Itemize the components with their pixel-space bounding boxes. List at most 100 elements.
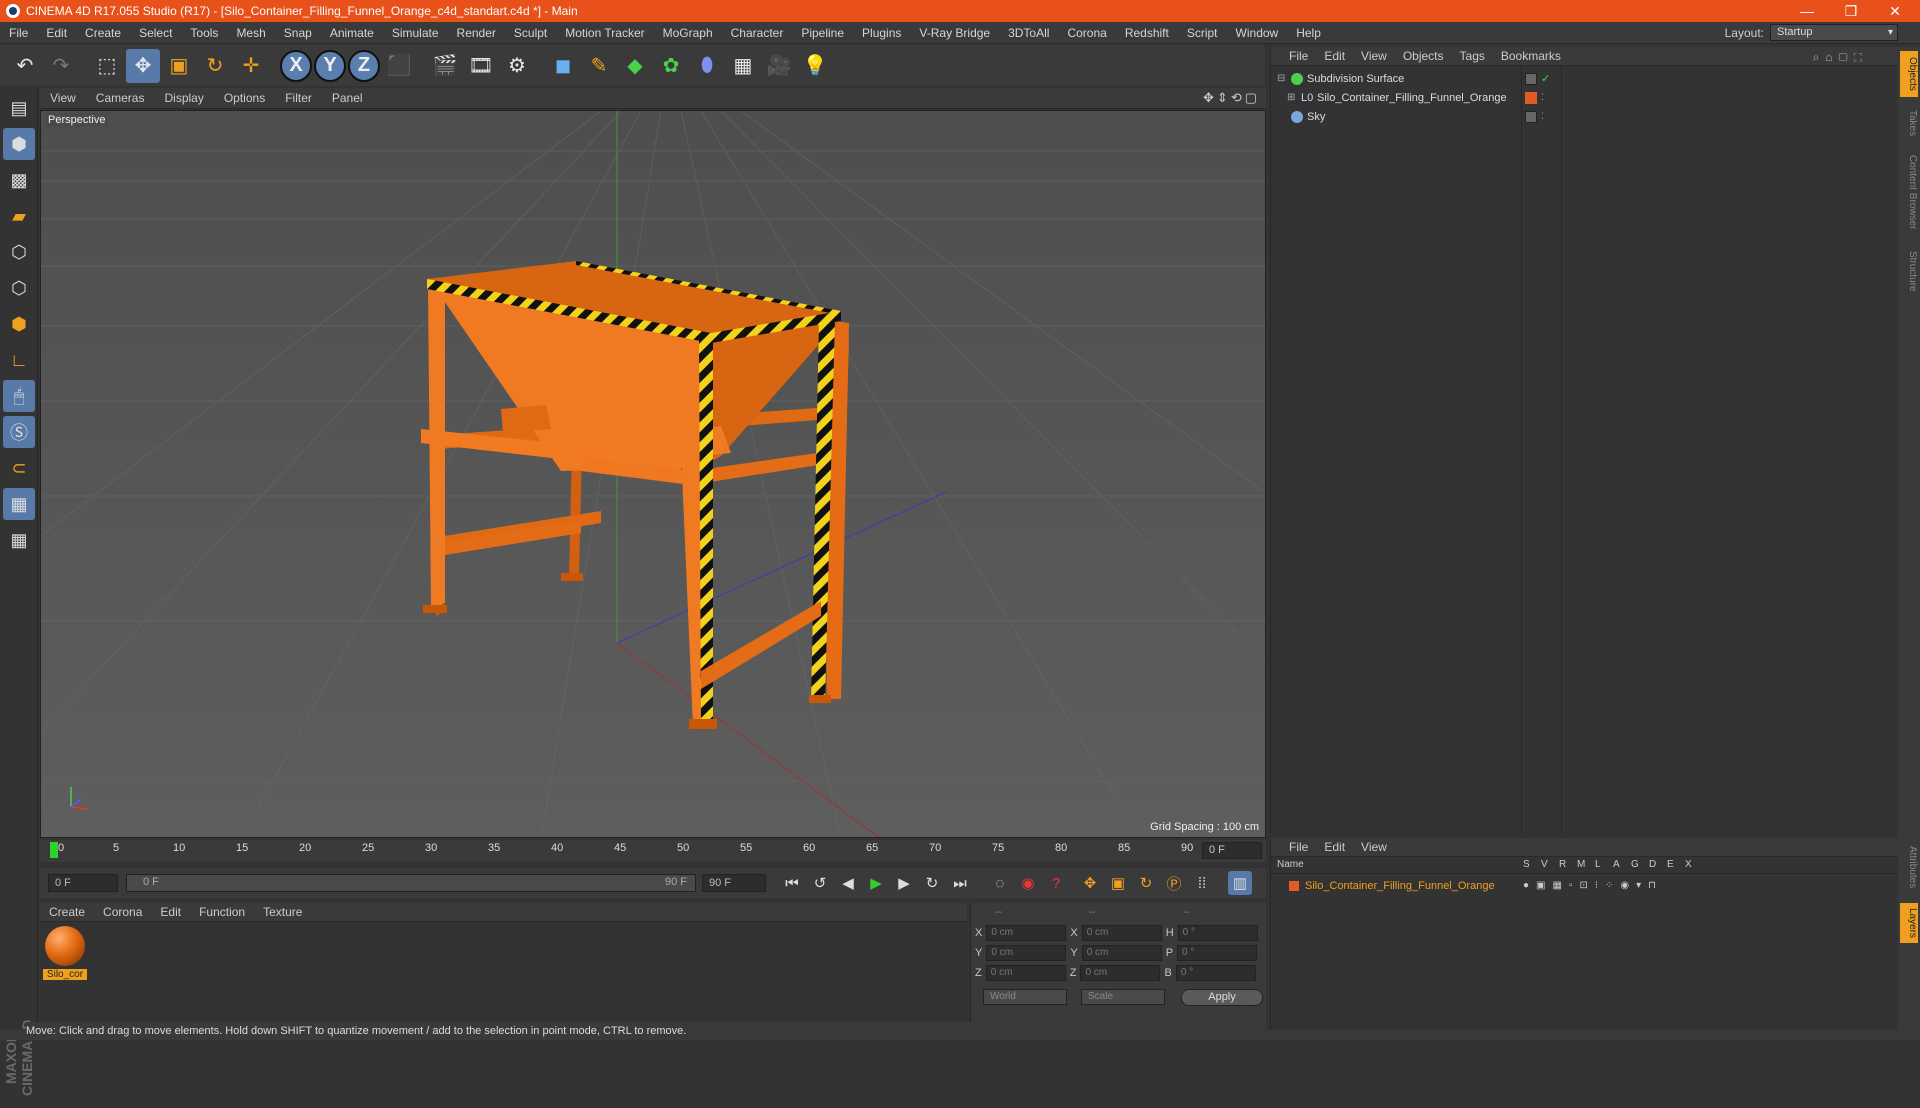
x-axis-lock-icon[interactable]: X: [280, 49, 312, 82]
edges-mode-icon[interactable]: ⬡: [3, 272, 35, 304]
rotation-b-field[interactable]: 0 °: [1175, 965, 1256, 981]
light-icon[interactable]: 💡: [798, 49, 832, 83]
layer-col-deformers[interactable]: D: [1649, 859, 1656, 870]
next-key-icon[interactable]: ↻: [920, 871, 944, 895]
objmgr-menu-tags[interactable]: Tags: [1452, 49, 1493, 63]
current-frame-field[interactable]: 0 F: [1202, 842, 1262, 859]
menu-3dtoall[interactable]: 3DToAll: [999, 22, 1058, 44]
size-mode-dropdown[interactable]: Scale: [1081, 989, 1165, 1005]
timeline-ruler[interactable]: 0 5 10 15 20 25 30 35 40 45 50 55 60 65 …: [40, 840, 1266, 862]
z-axis-lock-icon[interactable]: Z: [348, 49, 380, 82]
play-icon[interactable]: ▶: [864, 871, 888, 895]
layout-dropdown[interactable]: Startup: [1770, 24, 1898, 41]
subdivision-generator-icon[interactable]: ◆: [618, 49, 652, 83]
menu-window[interactable]: Window: [1227, 22, 1288, 44]
menu-file[interactable]: File: [0, 22, 37, 44]
deformer-icon[interactable]: ⬮: [690, 49, 724, 83]
menu-redshift[interactable]: Redshift: [1116, 22, 1178, 44]
autokey-icon[interactable]: ?: [1044, 871, 1068, 895]
mograph-cloner-icon[interactable]: ✿: [654, 49, 688, 83]
menu-plugins[interactable]: Plugins: [853, 22, 910, 44]
material-swatch[interactable]: Silo_cor: [43, 926, 87, 980]
menu-select[interactable]: Select: [130, 22, 181, 44]
cube-primitive-icon[interactable]: ◼: [546, 49, 580, 83]
minimize-button[interactable]: —: [1784, 0, 1830, 22]
coordinate-space-dropdown[interactable]: World: [983, 989, 1067, 1005]
tab-structure[interactable]: Structure: [1900, 243, 1918, 299]
snap-magnet-icon[interactable]: ⊂: [3, 452, 35, 484]
objmgr-search-home-icons[interactable]: ⌕⌂▢⛶: [1812, 50, 1868, 65]
next-frame-icon[interactable]: ▶: [892, 871, 916, 895]
rotation-h-field[interactable]: 0 °: [1177, 925, 1258, 941]
layer-row[interactable]: Silo_Container_Filling_Funnel_Orange ●▣▦…: [1271, 876, 1899, 895]
previous-frame-icon[interactable]: ◀: [836, 871, 860, 895]
polygons-mode-icon[interactable]: ⬢: [3, 308, 35, 340]
layer-col-generators[interactable]: G: [1631, 859, 1639, 870]
rotate-tool-icon[interactable]: ↻: [198, 49, 232, 83]
layer-color-icon[interactable]: [1525, 91, 1537, 104]
objmgr-menu-view[interactable]: View: [1353, 49, 1395, 63]
workplane-mode-icon[interactable]: ▰: [3, 200, 35, 232]
planar-workplane-icon[interactable]: ▦: [3, 524, 35, 556]
tweak-mode-icon[interactable]: 🖱: [3, 380, 35, 412]
viewport-menu-display[interactable]: Display: [154, 91, 213, 105]
key-position-icon[interactable]: ✥: [1078, 871, 1102, 895]
tab-layers[interactable]: Layers: [1900, 903, 1918, 943]
coordinate-system-icon[interactable]: ⬛: [382, 49, 416, 83]
material-menu-function[interactable]: Function: [190, 905, 254, 919]
viewport-menu-cameras[interactable]: Cameras: [86, 91, 155, 105]
tab-attributes[interactable]: Attributes: [1900, 839, 1918, 895]
menu-pipeline[interactable]: Pipeline: [792, 22, 853, 44]
viewport-menu-options[interactable]: Options: [214, 91, 275, 105]
display-tag-icon[interactable]: [1525, 72, 1537, 85]
tab-takes[interactable]: Takes: [1900, 103, 1918, 143]
transform-tool-icon[interactable]: ✛: [234, 49, 268, 83]
objmgr-menu-file[interactable]: File: [1281, 49, 1316, 63]
record-active-icon[interactable]: ◉: [1016, 871, 1040, 895]
position-x-field[interactable]: 0 cm: [986, 925, 1067, 941]
material-menu-create[interactable]: Create: [40, 905, 94, 919]
menu-vray-bridge[interactable]: V-Ray Bridge: [910, 22, 999, 44]
menu-mesh[interactable]: Mesh: [227, 22, 274, 44]
move-tool-icon[interactable]: ✥: [126, 48, 160, 83]
layer-flag-icons[interactable]: ●▣▦▫⊡⁝⁘◉▾⊓: [1523, 880, 1663, 891]
menu-create[interactable]: Create: [76, 22, 130, 44]
live-selection-icon[interactable]: ⬚: [90, 49, 124, 83]
material-menu-corona[interactable]: Corona: [94, 905, 151, 919]
layer-col-xref[interactable]: X: [1685, 859, 1692, 870]
key-rotation-icon[interactable]: ↻: [1134, 871, 1158, 895]
menu-motion-tracker[interactable]: Motion Tracker: [556, 22, 653, 44]
objmgr-menu-bookmarks[interactable]: Bookmarks: [1493, 49, 1569, 63]
layer-color-swatch[interactable]: [1289, 880, 1299, 891]
end-frame-field[interactable]: 90 F: [702, 874, 766, 892]
menu-help[interactable]: Help: [1287, 22, 1330, 44]
display-tag-icon[interactable]: [1525, 110, 1537, 123]
objmgr-menu-objects[interactable]: Objects: [1395, 49, 1452, 63]
menu-character[interactable]: Character: [722, 22, 793, 44]
key-scale-icon[interactable]: ▣: [1106, 871, 1130, 895]
menu-tools[interactable]: Tools: [181, 22, 227, 44]
viewport-nav-icons[interactable]: ✥⇕⟲▢: [1203, 90, 1260, 106]
apply-button[interactable]: Apply: [1181, 989, 1263, 1006]
camera-icon[interactable]: 🎥: [762, 49, 796, 83]
menu-animate[interactable]: Animate: [321, 22, 383, 44]
menu-corona[interactable]: Corona: [1058, 22, 1115, 44]
3d-viewport[interactable]: Perspective Grid Spacing : 100 cm: [40, 110, 1266, 838]
position-y-field[interactable]: 0 cm: [986, 945, 1067, 961]
menu-edit[interactable]: Edit: [37, 22, 76, 44]
object-row-sky[interactable]: Sky ⁚: [1271, 107, 1899, 126]
solo-mode-icon[interactable]: Ⓢ: [3, 416, 35, 448]
lock-workplane-icon[interactable]: ▦: [3, 488, 35, 520]
tab-objects[interactable]: Objects: [1900, 51, 1918, 97]
restore-button[interactable]: ❐: [1828, 0, 1874, 22]
pen-spline-icon[interactable]: ✎: [582, 49, 616, 83]
go-to-end-icon[interactable]: ⏭: [948, 871, 972, 895]
start-frame-field[interactable]: 0 F: [48, 874, 118, 892]
previous-key-icon[interactable]: ↺: [808, 871, 832, 895]
size-x-field[interactable]: 0 cm: [1081, 925, 1162, 941]
scale-tool-icon[interactable]: ▣: [162, 49, 196, 83]
viewport-menu-panel[interactable]: Panel: [322, 91, 373, 105]
layer-col-view[interactable]: V: [1541, 859, 1548, 870]
model-mode-icon[interactable]: ⬢: [3, 128, 35, 160]
expand-toggle-icon[interactable]: ⊟: [1277, 73, 1285, 84]
